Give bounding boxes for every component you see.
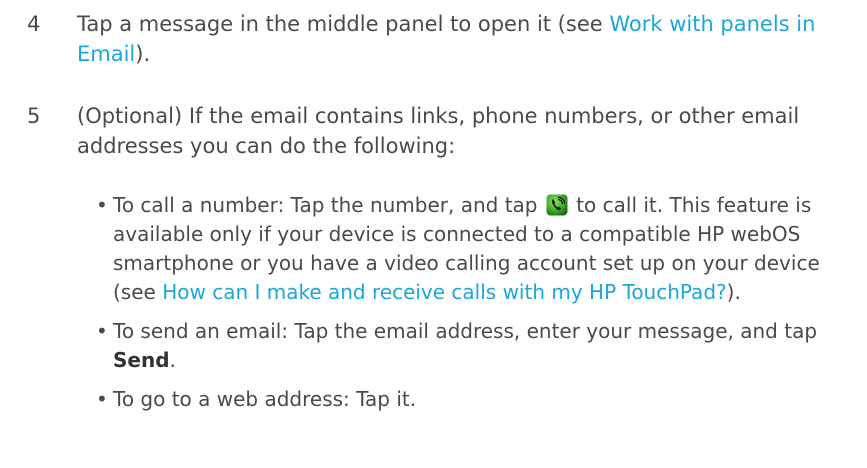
step-number: 5 [27,104,41,128]
web-text: To go to a web address: Tap it. [113,387,417,411]
phone-call-icon [546,194,568,216]
send-label: Send [113,348,170,372]
step-number: 4 [27,12,41,36]
bullet-icon: • [96,193,108,217]
list-item-call-number: • To call a number: Tap the number, and … [96,191,853,307]
make-receive-calls-link[interactable]: How can I make and receive calls with my… [162,280,726,304]
bullet-icon: • [96,387,108,411]
call-text-end: ). [726,280,741,304]
step-text: (Optional) If the email contains links, … [77,104,800,158]
call-text-before-icon: To call a number: Tap the number, and ta… [113,193,544,217]
step-text-before-link: Tap a message in the middle panel to ope… [77,12,610,36]
options-list: • To call a number: Tap the number, and … [96,191,853,424]
step-text-after-link: ). [135,42,151,66]
email-text-after: . [169,348,176,372]
list-item-send-email: • To send an email: Tap the email addres… [96,317,853,375]
email-text-before: To send an email: Tap the email address,… [113,319,818,343]
step-text: Tap a message in the middle panel to ope… [77,9,853,69]
list-item-web-address: • To go to a web address: Tap it. [96,385,853,414]
bullet-icon: • [96,319,108,343]
